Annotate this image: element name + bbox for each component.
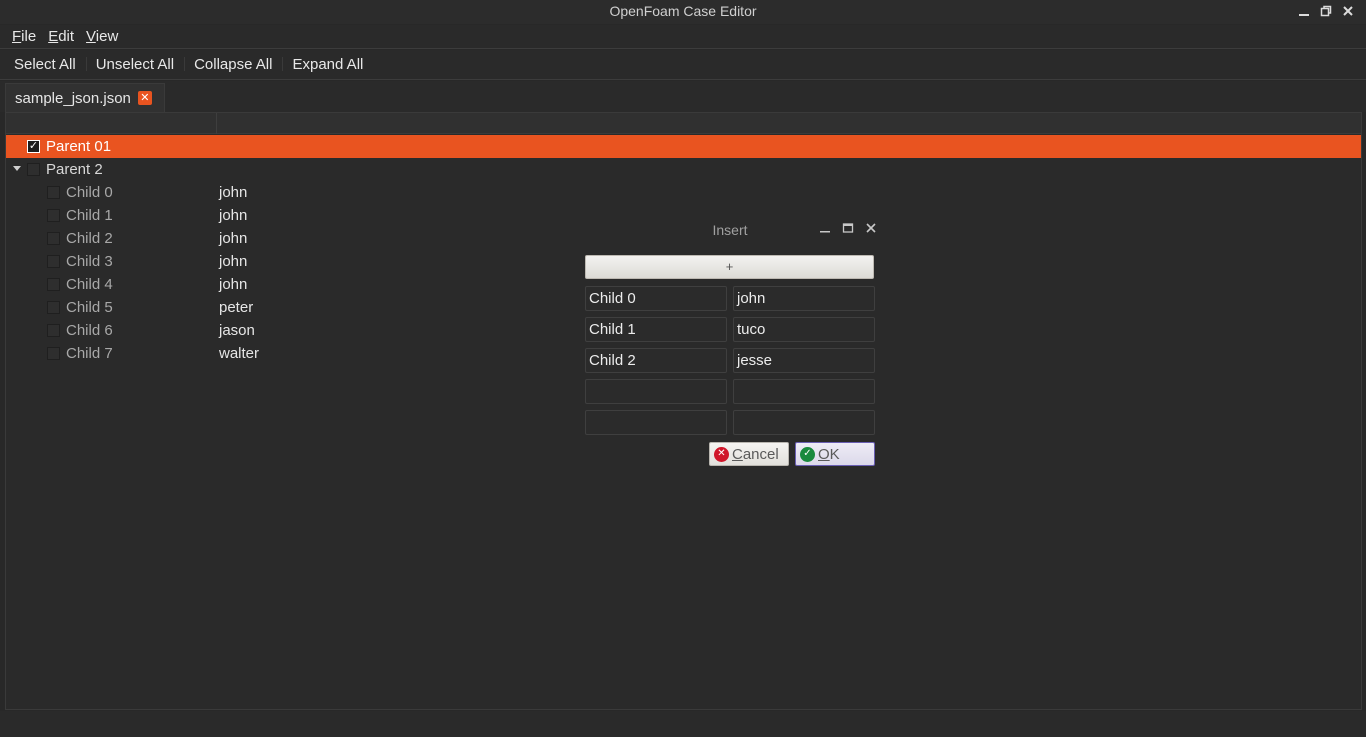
menu-view-label: iew — [95, 28, 119, 45]
value-field[interactable]: tuco — [733, 317, 875, 342]
menu-view-mnemonic: V — [86, 28, 96, 45]
status-bar — [0, 711, 1366, 737]
key-field[interactable]: Child 0 — [585, 286, 727, 311]
value-field[interactable]: john — [733, 286, 875, 311]
key-field[interactable] — [585, 379, 727, 404]
tree-item-value: john — [219, 207, 248, 224]
title-bar: OpenFoam Case Editor — [0, 0, 1366, 24]
checkbox-child[interactable] — [47, 301, 60, 314]
window-title: OpenFoam Case Editor — [609, 3, 757, 19]
dialog-close-icon[interactable] — [863, 220, 879, 236]
checkbox-parent-01[interactable]: ✓ — [27, 140, 40, 153]
minimize-icon[interactable] — [1296, 3, 1312, 19]
checkbox-child[interactable] — [47, 278, 60, 291]
menu-divider — [0, 48, 1366, 49]
ok-check-icon: ✓ — [800, 446, 815, 462]
dialog-title: Insert — [712, 222, 748, 238]
checkbox-child[interactable] — [47, 255, 60, 268]
tab-close-icon[interactable]: ✕ — [137, 91, 152, 105]
key-field[interactable]: Child 2 — [585, 348, 727, 373]
tree-item-label: Child 5 — [66, 299, 113, 316]
dialog-maximize-icon[interactable] — [840, 220, 856, 236]
key-field[interactable] — [585, 410, 727, 435]
tab-label: sample_json.json — [15, 89, 131, 107]
menu-edit[interactable]: Edit — [42, 25, 80, 48]
tree-header — [6, 113, 1361, 134]
cancel-mnemonic: C — [732, 445, 743, 463]
menu-file-label: ile — [21, 28, 37, 45]
tree-item-label: Child 3 — [66, 253, 113, 270]
tab-sample-json[interactable]: sample_json.json ✕ — [5, 83, 165, 112]
ok-label: K — [829, 445, 840, 463]
menu-edit-label: dit — [58, 28, 75, 45]
insert-dialog: Insert + Child 0 john Child 1 tuco Child… — [577, 214, 883, 470]
checkbox-parent-2[interactable] — [27, 163, 40, 176]
expand-arrow-icon[interactable] — [13, 166, 21, 171]
checkbox-child[interactable] — [47, 347, 60, 360]
tree-item-label: Child 0 — [66, 184, 113, 201]
tree-row-child[interactable]: Child 0 john — [6, 181, 1361, 204]
menu-view[interactable]: View — [80, 25, 124, 48]
checkbox-child[interactable] — [47, 232, 60, 245]
menu-edit-mnemonic: E — [48, 28, 59, 45]
close-icon[interactable] — [1340, 3, 1356, 19]
toolbar: Select All Unselect All Collapse All Exp… — [0, 50, 1366, 79]
ok-button[interactable]: ✓ OK — [795, 442, 875, 466]
select-all-button[interactable]: Select All — [4, 50, 86, 79]
tree-row-parent-01[interactable]: ✓ Parent 01 — [6, 135, 1361, 158]
cancel-button[interactable]: ✕ Cancel — [709, 442, 789, 466]
cancel-label: ancel — [742, 445, 779, 463]
tree-item-label: Parent 2 — [46, 161, 103, 178]
checkbox-child[interactable] — [47, 186, 60, 199]
expand-all-button[interactable]: Expand All — [282, 50, 373, 79]
tab-bar: sample_json.json ✕ — [0, 81, 1366, 112]
menu-file-mnemonic: F — [12, 28, 22, 45]
column-divider[interactable] — [216, 113, 217, 134]
tree-item-label: Parent 01 — [46, 138, 112, 155]
unselect-all-button[interactable]: Unselect All — [85, 50, 184, 79]
tree-item-value: walter — [219, 345, 260, 362]
cancel-icon: ✕ — [714, 446, 729, 462]
add-row-button[interactable]: + — [585, 255, 874, 279]
tree-item-value: john — [219, 276, 248, 293]
tree-item-label: Child 4 — [66, 276, 113, 293]
tree-item-value: jason — [219, 322, 255, 339]
toolbar-divider — [0, 79, 1366, 80]
dialog-minimize-icon[interactable] — [817, 220, 833, 236]
tree-item-label: Child 1 — [66, 207, 113, 224]
value-field[interactable]: jesse — [733, 348, 875, 373]
tree-row-parent-2[interactable]: Parent 2 — [6, 158, 1361, 181]
value-field[interactable] — [733, 410, 875, 435]
restore-icon[interactable] — [1318, 3, 1334, 19]
tree-item-label: Child 2 — [66, 230, 113, 247]
tree-item-value: john — [219, 253, 248, 270]
tree-item-label: Child 7 — [66, 345, 113, 362]
menu-bar: File Edit View — [0, 25, 1366, 48]
tree-item-value: peter — [219, 299, 254, 316]
tree-item-label: Child 6 — [66, 322, 113, 339]
key-field[interactable]: Child 1 — [585, 317, 727, 342]
collapse-all-button[interactable]: Collapse All — [184, 50, 282, 79]
checkbox-child[interactable] — [47, 209, 60, 222]
checkbox-child[interactable] — [47, 324, 60, 337]
tree-item-value: john — [219, 230, 248, 247]
tree-item-value: john — [219, 184, 248, 201]
menu-file[interactable]: File — [6, 25, 42, 48]
ok-mnemonic: O — [818, 445, 830, 463]
value-field[interactable] — [733, 379, 875, 404]
